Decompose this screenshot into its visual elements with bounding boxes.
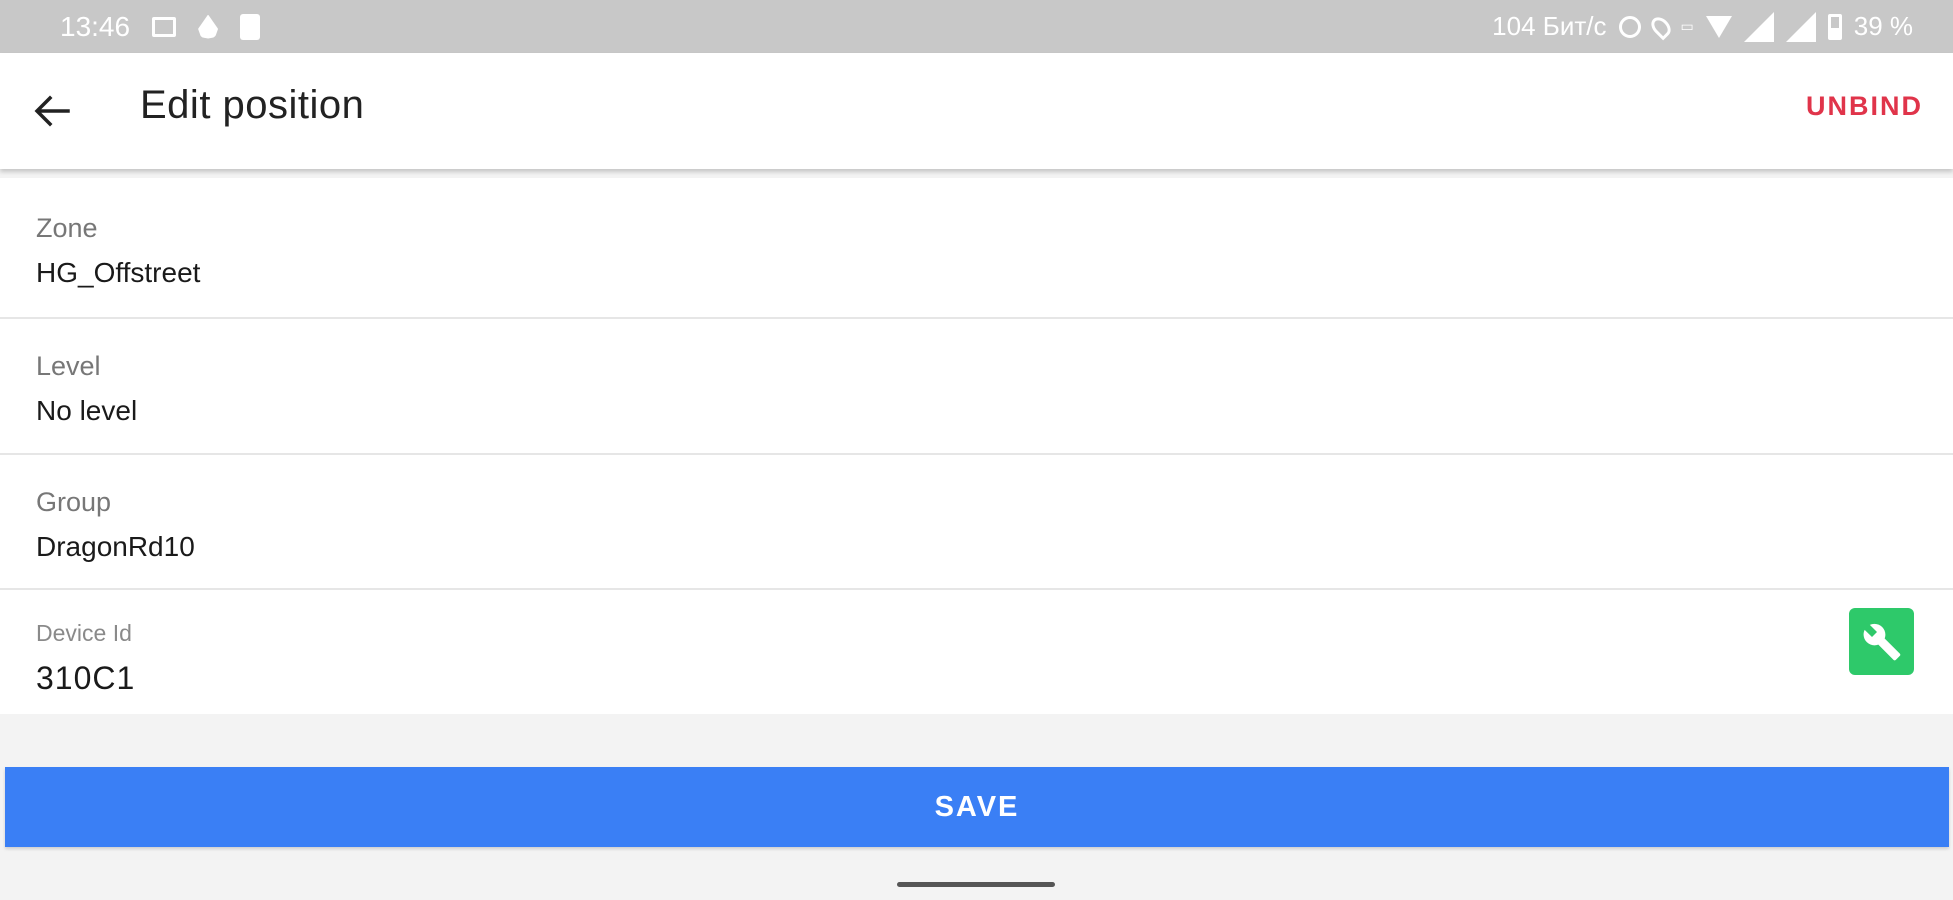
status-left: 13:46 (60, 0, 261, 53)
zone-label: Zone (36, 213, 98, 243)
battery-icon (1827, 13, 1842, 40)
signal-icon (1743, 11, 1774, 42)
alarm-icon (1618, 15, 1641, 38)
status-battery: 39 % (1853, 11, 1913, 41)
image-icon (152, 16, 177, 37)
save-button[interactable]: SAVE (5, 767, 1949, 847)
wifi-icon (1705, 15, 1732, 38)
position-form: Zone HG_Offstreet Level No level Group D… (0, 178, 1953, 714)
unbind-button[interactable]: UNBIND (1806, 91, 1923, 122)
level-field[interactable]: Level No level (0, 319, 1953, 455)
zone-value: HG_Offstreet (36, 257, 201, 288)
back-button[interactable] (22, 81, 82, 141)
sim-card-icon (240, 13, 261, 40)
device-id-value: 310C1 (36, 660, 136, 696)
arrow-left-icon (34, 95, 70, 127)
app-bar: Edit position UNBIND (0, 53, 1953, 169)
status-speed: 104 Бит/с (1492, 11, 1607, 41)
device-id-label: Device Id (36, 620, 132, 646)
group-field[interactable]: Group DragonRd10 (0, 455, 1953, 590)
signal-icon-2 (1785, 11, 1816, 42)
location-icon (1647, 13, 1674, 40)
status-right: 104 Бит/с ▭ 39 % (1492, 0, 1913, 53)
level-label: Level (36, 351, 101, 381)
drop-icon (198, 14, 219, 39)
configure-device-button[interactable] (1849, 608, 1914, 675)
wrench-icon (1863, 623, 1900, 660)
home-indicator[interactable] (897, 882, 1055, 887)
volte-icon: ▭ (1680, 18, 1694, 34)
zone-field[interactable]: Zone HG_Offstreet (0, 178, 1953, 319)
group-value: DragonRd10 (36, 531, 195, 562)
status-time: 13:46 (60, 10, 131, 42)
device-id-field[interactable]: Device Id 310C1 (0, 590, 1953, 714)
group-label: Group (36, 487, 112, 517)
level-value: No level (36, 395, 138, 426)
status-bar: 13:46 104 Бит/с ▭ 39 % (0, 0, 1953, 53)
page-title: Edit position (140, 83, 365, 127)
